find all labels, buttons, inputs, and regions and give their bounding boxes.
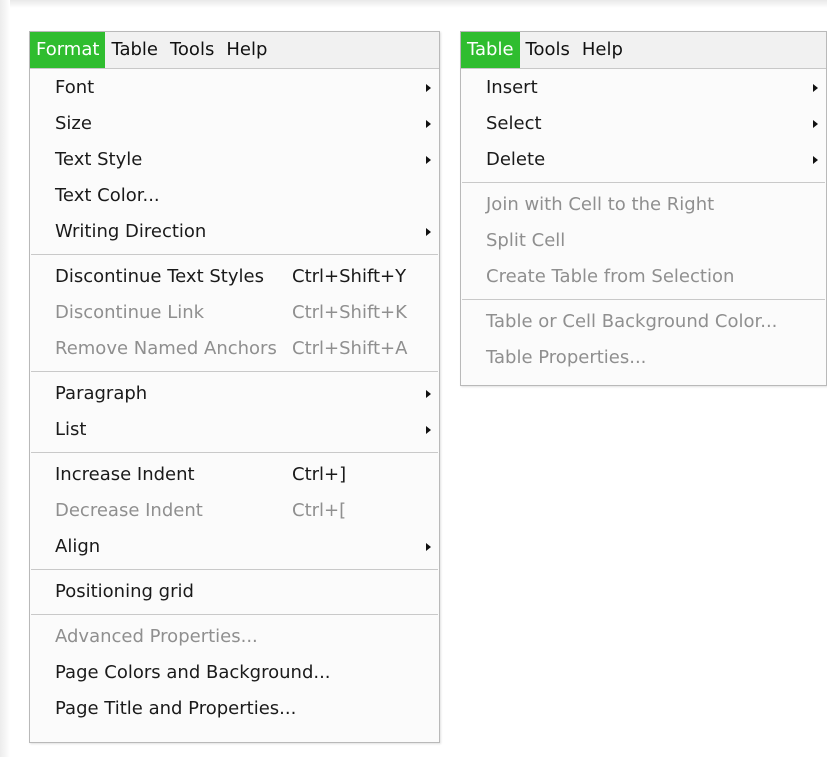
submenu-arrow-icon: [426, 228, 431, 236]
menu-item-decrease-indent: Decrease Indent Ctrl+[: [30, 493, 439, 529]
menu-item-shortcut: Ctrl+Shift+A: [292, 338, 408, 359]
window-left-edge: [0, 0, 10, 757]
menu-item-text-style[interactable]: Text Style: [30, 142, 439, 178]
menubar-tools[interactable]: Tools: [164, 32, 220, 68]
menu-item-label: Font: [55, 77, 95, 98]
menu-item-shortcut: Ctrl+[: [292, 500, 347, 521]
menu-item-page-title-properties[interactable]: Page Title and Properties...: [30, 691, 439, 727]
menu-item-size[interactable]: Size: [30, 106, 439, 142]
menu-item-align[interactable]: Align: [30, 529, 439, 565]
menu-item-label: Select: [486, 113, 542, 134]
menu-item-label: Text Style: [55, 149, 143, 170]
format-menu-panel: Format Table Tools Help Font Size Text S…: [29, 31, 440, 743]
menubar-help[interactable]: Help: [576, 32, 629, 68]
menubar-help[interactable]: Help: [220, 32, 273, 68]
menu-item-label: Split Cell: [486, 230, 566, 251]
menu-item-label: Size: [55, 113, 92, 134]
menu-item-increase-indent[interactable]: Increase Indent Ctrl+]: [30, 457, 439, 493]
submenu-arrow-icon: [813, 156, 818, 164]
menu-separator: [30, 250, 439, 259]
table-menubar: Table Tools Help: [461, 32, 826, 69]
menu-separator: [30, 448, 439, 457]
menu-item-remove-named-anchors: Remove Named Anchors Ctrl+Shift+A: [30, 331, 439, 367]
submenu-arrow-icon: [426, 390, 431, 398]
menu-item-label: Decrease Indent: [55, 500, 203, 521]
menubar-format[interactable]: Format: [30, 32, 106, 68]
menu-item-label: Delete: [486, 149, 546, 170]
submenu-arrow-icon: [426, 543, 431, 551]
menu-item-label: Join with Cell to the Right: [486, 194, 715, 215]
format-menubar: Format Table Tools Help: [30, 32, 439, 69]
menu-item-writing-direction[interactable]: Writing Direction: [30, 214, 439, 250]
menu-item-list[interactable]: List: [30, 412, 439, 448]
table-menu-panel: Table Tools Help Insert Select Delete Jo…: [460, 31, 827, 386]
menu-item-label: Table Properties...: [486, 347, 647, 368]
menu-item-label: List: [55, 419, 87, 440]
menu-item-select[interactable]: Select: [461, 106, 826, 142]
menu-item-delete[interactable]: Delete: [461, 142, 826, 178]
menu-item-table-cell-background-color: Table or Cell Background Color...: [461, 304, 826, 340]
menu-separator: [30, 367, 439, 376]
menubar-table[interactable]: Table: [461, 32, 520, 68]
menu-separator: [30, 610, 439, 619]
menu-item-advanced-properties: Advanced Properties...: [30, 619, 439, 655]
menu-item-shortcut: Ctrl+Shift+Y: [292, 266, 407, 287]
submenu-arrow-icon: [426, 156, 431, 164]
menu-item-discontinue-link: Discontinue Link Ctrl+Shift+K: [30, 295, 439, 331]
menubar-tools[interactable]: Tools: [520, 32, 576, 68]
submenu-arrow-icon: [426, 426, 431, 434]
menu-item-label: Remove Named Anchors: [55, 338, 277, 359]
menu-item-label: Positioning grid: [55, 581, 194, 602]
table-menu-items: Insert Select Delete Join with Cell to t…: [461, 69, 826, 376]
submenu-arrow-icon: [426, 120, 431, 128]
menu-item-label: Writing Direction: [55, 221, 207, 242]
menu-item-label: Discontinue Link: [55, 302, 205, 323]
menu-item-label: Page Colors and Background...: [55, 662, 331, 683]
menu-item-label: Text Color...: [55, 185, 160, 206]
submenu-arrow-icon: [813, 120, 818, 128]
menu-item-table-properties: Table Properties...: [461, 340, 826, 376]
menu-item-text-color[interactable]: Text Color...: [30, 178, 439, 214]
submenu-arrow-icon: [813, 84, 818, 92]
menu-item-discontinue-text-styles[interactable]: Discontinue Text Styles Ctrl+Shift+Y: [30, 259, 439, 295]
menu-item-label: Create Table from Selection: [486, 266, 735, 287]
menu-item-label: Insert: [486, 77, 538, 98]
menu-item-label: Page Title and Properties...: [55, 698, 297, 719]
menu-item-shortcut: Ctrl+Shift+K: [292, 302, 407, 323]
menu-item-create-table-from-selection: Create Table from Selection: [461, 259, 826, 295]
menu-separator: [461, 178, 826, 187]
menu-item-paragraph[interactable]: Paragraph: [30, 376, 439, 412]
menu-item-label: Align: [55, 536, 101, 557]
menu-item-page-colors-background[interactable]: Page Colors and Background...: [30, 655, 439, 691]
menu-item-shortcut: Ctrl+]: [292, 464, 347, 485]
menu-item-split-cell: Split Cell: [461, 223, 826, 259]
menu-item-join-cell-right: Join with Cell to the Right: [461, 187, 826, 223]
menu-item-positioning-grid[interactable]: Positioning grid: [30, 574, 439, 610]
menu-item-label: Table or Cell Background Color...: [486, 311, 778, 332]
menu-item-font[interactable]: Font: [30, 70, 439, 106]
menu-item-label: Advanced Properties...: [55, 626, 258, 647]
window-top-edge: [0, 0, 827, 8]
menu-item-label: Increase Indent: [55, 464, 195, 485]
menu-item-label: Paragraph: [55, 383, 148, 404]
menu-separator: [461, 295, 826, 304]
format-menu-items: Font Size Text Style Text Color... Writi…: [30, 69, 439, 727]
menu-item-insert[interactable]: Insert: [461, 70, 826, 106]
menu-item-label: Discontinue Text Styles: [55, 266, 264, 287]
menu-separator: [30, 565, 439, 574]
menubar-table[interactable]: Table: [105, 32, 164, 68]
submenu-arrow-icon: [426, 84, 431, 92]
